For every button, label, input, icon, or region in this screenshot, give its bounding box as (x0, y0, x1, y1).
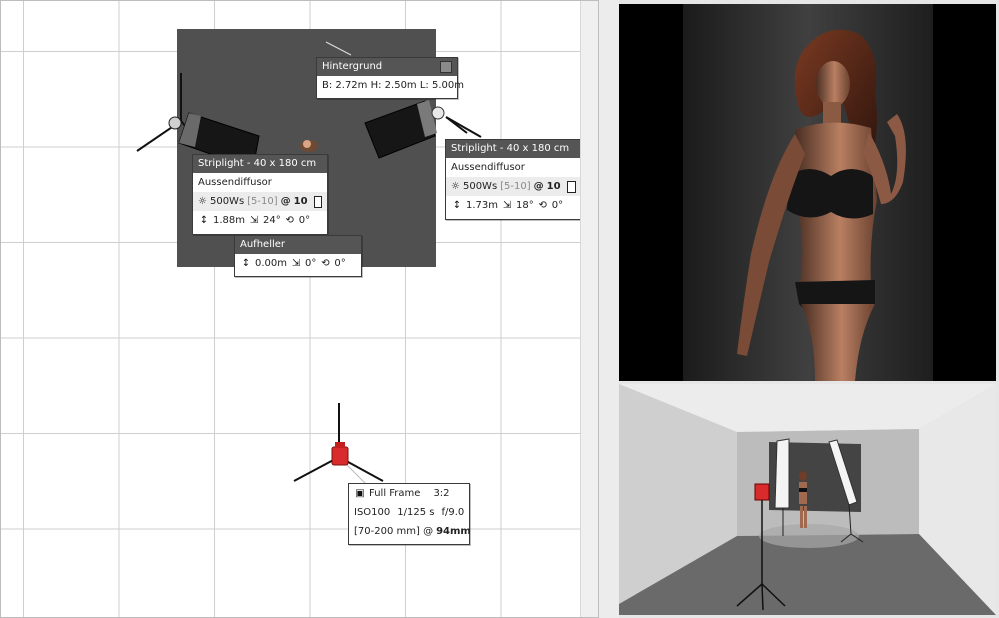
color-swatch-icon[interactable] (440, 61, 452, 73)
left-light-height[interactable]: 1.88m (213, 211, 245, 230)
right-light-at: @ (533, 181, 544, 192)
right-light-tilt[interactable]: 18° (516, 196, 534, 215)
view-divider (599, 0, 619, 618)
right-light-range: [5-10] (500, 181, 531, 192)
lighting-simulator-app: Hintergrund B: 2.72m H: 2.50m L: 5.00m S… (0, 0, 999, 618)
backdrop-info-panel[interactable]: Hintergrund B: 2.72m H: 2.50m L: 5.00m (316, 57, 464, 99)
tilt-icon: ⇲ (502, 200, 512, 211)
camera-shutter[interactable]: 1/125 s (397, 503, 434, 522)
right-light-modifier: Aussendiffusor (451, 162, 525, 173)
right-light-level: 10 (546, 181, 561, 192)
camera-lens-row: [70-200 mm] @ 94mm (349, 522, 471, 541)
right-light-panel[interactable]: Striplight - 40 x 180 cm Aussendiffusor … (445, 139, 582, 220)
camera-focal[interactable]: 94mm (436, 522, 471, 541)
right-light-position-row: ↕ 1.73m ⇲ 18° ⟲ 0° (446, 196, 581, 215)
camera-lens[interactable]: [70-200 mm] @ (354, 522, 433, 541)
backdrop-panel-title: Hintergrund (322, 61, 383, 72)
camera-exposure-row: ISO100 1/125 s f/9.0 (349, 503, 469, 522)
camera-aperture[interactable]: f/9.0 (441, 503, 464, 522)
model-figure[interactable] (300, 140, 318, 152)
right-light-height[interactable]: 1.73m (466, 196, 498, 215)
left-light-panel-header: Striplight - 40 x 180 cm (193, 155, 327, 173)
reflector-position-row: ↕ 0.00m ⇲ 0° ⟲ 0° (235, 254, 361, 273)
left-light-position-row: ↕ 1.88m ⇲ 24° ⟲ 0° (193, 211, 327, 230)
camera-iso[interactable]: ISO100 (354, 503, 390, 522)
reflector-rotation[interactable]: 0° (334, 254, 345, 273)
right-light-rotation[interactable]: 0° (552, 196, 563, 215)
left-light-modifier: Aussendiffusor (198, 177, 272, 188)
camera-panel[interactable]: ▣ Full Frame 3:2 ISO100 1/125 s f/9.0 [7… (348, 483, 471, 545)
render-preview[interactable] (619, 4, 996, 381)
reflector-panel-header: Aufheller (235, 236, 361, 254)
reflector-panel[interactable]: Aufheller ↕ 0.00m ⇲ 0° ⟲ 0° (234, 235, 362, 277)
left-light-title: Striplight - 40 x 180 cm (198, 158, 317, 169)
studio-model (799, 471, 807, 528)
plan-scrollbar[interactable] (580, 1, 598, 617)
camera-ratio[interactable]: 3:2 (433, 484, 449, 503)
rotation-icon: ⟲ (285, 215, 294, 226)
left-light-power: 500Ws (209, 196, 245, 207)
camera-sensor[interactable]: Full Frame (369, 484, 420, 503)
left-light-level: 10 (293, 196, 308, 207)
right-light-power-row[interactable]: ☼ 500Ws [5-10] @ 10 (446, 177, 581, 196)
reflector-height[interactable]: 0.00m (255, 254, 287, 273)
sun-icon: ☼ (198, 196, 207, 207)
left-light-range: [5-10] (247, 196, 278, 207)
left-light-power-row[interactable]: ☼ 500Ws [5-10] @ 10 (193, 192, 327, 211)
floor-plan-canvas[interactable]: Hintergrund B: 2.72m H: 2.50m L: 5.00m S… (0, 0, 599, 618)
plan-graphics (136, 41, 482, 486)
camera-icon: ▣ (355, 488, 365, 499)
left-light-panel[interactable]: Striplight - 40 x 180 cm Aussendiffusor … (192, 154, 328, 235)
height-icon: ↕ (241, 258, 251, 269)
tilt-icon: ⇲ (291, 258, 301, 269)
tilt-icon: ⇲ (249, 215, 259, 226)
rotation-icon: ⟲ (321, 258, 330, 269)
left-light-rotation[interactable]: 0° (299, 211, 310, 230)
left-light-tilt[interactable]: 24° (263, 211, 281, 230)
studio-3d-view[interactable] (619, 384, 996, 615)
right-light-title: Striplight - 40 x 180 cm (451, 143, 570, 154)
camera-sensor-row: ▣ Full Frame 3:2 (349, 484, 469, 503)
rotation-icon: ⟲ (538, 200, 547, 211)
right-light-power: 500Ws (462, 181, 498, 192)
backdrop-pointer-line (325, 41, 352, 56)
studio-3d-scene (619, 384, 996, 615)
height-icon: ↕ (452, 200, 462, 211)
left-light-checkbox[interactable] (313, 195, 322, 208)
right-light-panel-header: Striplight - 40 x 180 cm (446, 140, 581, 158)
backdrop-panel-header: Hintergrund (317, 58, 457, 76)
right-light-checkbox[interactable] (566, 180, 576, 193)
left-light-at: @ (280, 196, 291, 207)
reflector-tilt[interactable]: 0° (305, 254, 316, 273)
sun-icon: ☼ (451, 181, 460, 192)
camera-tripod[interactable] (293, 403, 384, 486)
height-icon: ↕ (199, 215, 209, 226)
reflector-title: Aufheller (240, 239, 286, 250)
render-model-image (737, 29, 906, 381)
backdrop-dimensions: B: 2.72m H: 2.50m L: 5.00m (322, 80, 464, 91)
